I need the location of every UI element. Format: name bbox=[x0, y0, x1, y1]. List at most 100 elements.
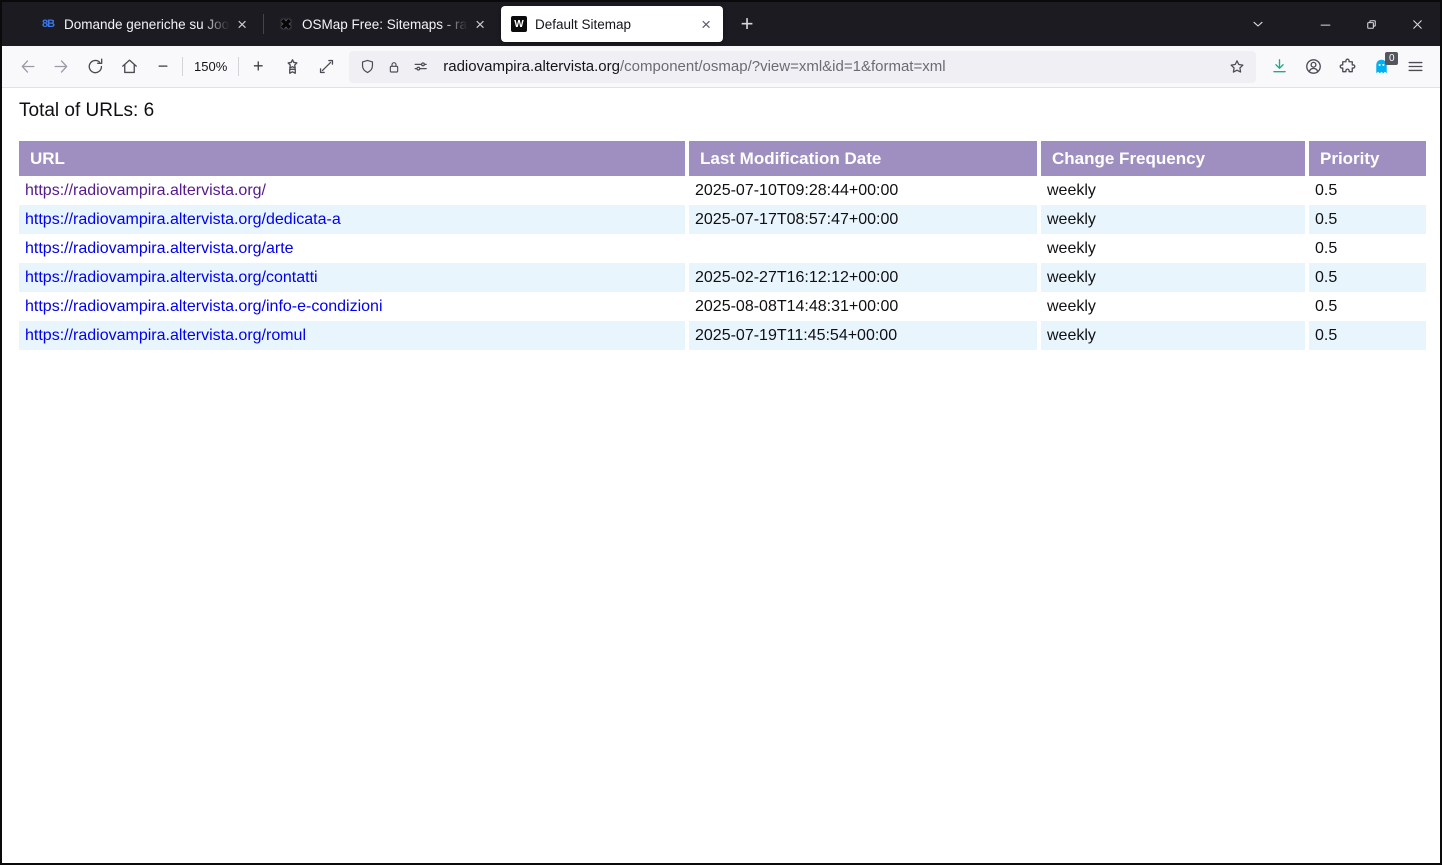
tab-title: OSMap Free: Sitemaps - ra bbox=[302, 16, 468, 32]
page-content: Total of URLs: 6 URL Last Modification D… bbox=[2, 88, 1440, 863]
lastmod-cell: 2025-07-10T09:28:44+00:00 bbox=[695, 181, 899, 199]
star-ribbon-icon bbox=[287, 59, 298, 74]
lastmod-cell bbox=[689, 234, 1037, 263]
puzzle-piece-icon bbox=[1339, 58, 1355, 73]
new-tab-button[interactable]: + bbox=[731, 8, 763, 40]
permissions-sliders-icon[interactable] bbox=[412, 58, 429, 75]
table-row: https://radiovampira.altervista.org/cont… bbox=[19, 263, 1426, 292]
priority-cell: 0.5 bbox=[1309, 321, 1426, 350]
forward-arrow-icon bbox=[53, 60, 67, 73]
close-icon bbox=[1412, 19, 1422, 29]
priority-cell: 0.5 bbox=[1315, 181, 1338, 199]
bookmark-page-button[interactable] bbox=[1228, 58, 1246, 76]
lastmod-cell: 2025-07-19T11:45:54+00:00 bbox=[689, 321, 1037, 350]
minimize-button[interactable] bbox=[1302, 2, 1348, 46]
close-tab-icon[interactable]: × bbox=[471, 15, 489, 34]
account-icon bbox=[1305, 59, 1321, 74]
account-button[interactable] bbox=[1296, 51, 1330, 83]
tab-separator bbox=[263, 14, 264, 34]
priority-cell: 0.5 bbox=[1309, 263, 1426, 292]
zoom-in-button[interactable]: + bbox=[241, 51, 275, 83]
url-text[interactable]: radiovampira.altervista.org/component/os… bbox=[443, 58, 945, 75]
minimize-icon bbox=[1320, 24, 1330, 26]
tab-title: Default Sitemap bbox=[535, 16, 632, 32]
tab-default-sitemap[interactable]: W Default Sitemap × bbox=[501, 6, 723, 42]
priority-cell: 0.5 bbox=[1315, 239, 1338, 257]
plus-icon: + bbox=[252, 56, 264, 76]
column-header-url: URL bbox=[19, 141, 685, 176]
table-row: https://radiovampira.altervista.org/romu… bbox=[19, 321, 1426, 350]
back-button[interactable] bbox=[10, 51, 44, 83]
lastmod-cell: 2025-02-27T16:12:12+00:00 bbox=[689, 263, 1037, 292]
sitemap-table: URL Last Modification Date Change Freque… bbox=[15, 141, 1430, 350]
minus-icon: − bbox=[157, 56, 169, 76]
lock-icon[interactable] bbox=[386, 59, 402, 75]
home-icon bbox=[121, 59, 137, 74]
tracking-protection-shield-icon[interactable] bbox=[359, 58, 376, 75]
star-icon bbox=[1230, 59, 1244, 73]
tab-domande-generiche[interactable]: 8B Domande generiche su Joo × bbox=[30, 6, 259, 42]
changefreq-cell: weekly bbox=[1047, 181, 1096, 199]
close-tab-icon[interactable]: × bbox=[697, 15, 715, 34]
phpbb-favicon: 8B bbox=[41, 18, 55, 30]
sitemap-url-link[interactable]: https://radiovampira.altervista.org/arte bbox=[25, 240, 294, 257]
restore-button[interactable] bbox=[1348, 2, 1394, 46]
navigation-toolbar: − 150% + radiovampira.altervista.org/com… bbox=[2, 46, 1440, 88]
forward-button[interactable] bbox=[44, 51, 78, 83]
column-header-priority: Priority bbox=[1309, 141, 1426, 176]
close-tab-icon[interactable]: × bbox=[233, 15, 251, 34]
sitemap-url-link[interactable]: https://radiovampira.altervista.org/info… bbox=[25, 298, 383, 315]
joomla-favicon: ✖ bbox=[280, 15, 292, 32]
zoom-out-button[interactable]: − bbox=[146, 51, 180, 83]
extension-badge: 0 bbox=[1385, 51, 1398, 65]
bookmark-star-ribbon-button[interactable] bbox=[275, 51, 309, 83]
total-urls-label: Total of URLs: 6 bbox=[19, 100, 155, 121]
back-arrow-icon bbox=[21, 60, 35, 73]
lastmod-cell: 2025-08-08T14:48:31+00:00 bbox=[695, 297, 899, 315]
table-row: https://radiovampira.altervista.org/dedi… bbox=[19, 205, 1426, 234]
restore-window-icon bbox=[1366, 19, 1376, 29]
close-window-button[interactable] bbox=[1394, 2, 1440, 46]
changefreq-cell: weekly bbox=[1047, 297, 1096, 315]
menu-button[interactable] bbox=[1398, 51, 1432, 83]
sitemap-url-link[interactable]: https://radiovampira.altervista.org/cont… bbox=[25, 269, 318, 286]
column-header-changefreq: Change Frequency bbox=[1041, 141, 1305, 176]
browser-window: 8B Domande generiche su Joo × ✖ OSMap Fr… bbox=[0, 0, 1442, 865]
hamburger-menu-icon bbox=[1407, 61, 1423, 72]
table-row: https://radiovampira.altervista.org/ 202… bbox=[19, 176, 1426, 205]
downloads-button[interactable] bbox=[1262, 51, 1296, 83]
table-row: https://radiovampira.altervista.org/info… bbox=[19, 292, 1426, 321]
zoom-level-indicator[interactable]: 150% bbox=[185, 59, 236, 74]
sitemap-url-link[interactable]: https://radiovampira.altervista.org/dedi… bbox=[25, 211, 341, 228]
home-button[interactable] bbox=[112, 51, 146, 83]
changefreq-cell: weekly bbox=[1047, 239, 1096, 257]
priority-cell: 0.5 bbox=[1309, 205, 1426, 234]
tab-osmap-free[interactable]: ✖ OSMap Free: Sitemaps - ra × bbox=[268, 6, 497, 42]
reload-button[interactable] bbox=[78, 51, 112, 83]
diagonal-arrows-icon bbox=[319, 59, 333, 74]
table-header-row: URL Last Modification Date Change Freque… bbox=[19, 141, 1426, 176]
download-icon bbox=[1272, 59, 1286, 73]
separator bbox=[238, 57, 240, 76]
site-favicon: W bbox=[511, 16, 527, 32]
lastmod-cell: 2025-07-17T08:57:47+00:00 bbox=[689, 205, 1037, 234]
tab-title: Domande generiche su Joo bbox=[64, 16, 230, 32]
ghostery-extension-button[interactable]: 0 bbox=[1364, 51, 1398, 83]
list-all-tabs-button[interactable] bbox=[1241, 8, 1274, 41]
changefreq-cell: weekly bbox=[1041, 321, 1305, 350]
chevron-down-icon bbox=[1252, 21, 1263, 27]
priority-cell: 0.5 bbox=[1315, 297, 1338, 315]
column-header-lastmod: Last Modification Date bbox=[689, 141, 1037, 176]
changefreq-cell: weekly bbox=[1041, 263, 1305, 292]
fullscreen-button[interactable] bbox=[309, 51, 343, 83]
sitemap-url-link[interactable]: https://radiovampira.altervista.org/romu… bbox=[25, 327, 306, 344]
url-host: radiovampira.altervista.org bbox=[443, 58, 620, 75]
changefreq-cell: weekly bbox=[1041, 205, 1305, 234]
separator bbox=[182, 57, 183, 76]
reload-icon bbox=[88, 58, 102, 74]
sitemap-url-link[interactable]: https://radiovampira.altervista.org/ bbox=[25, 182, 266, 199]
extensions-button[interactable] bbox=[1330, 51, 1364, 83]
tab-bar: 8B Domande generiche su Joo × ✖ OSMap Fr… bbox=[2, 2, 1440, 46]
address-bar[interactable]: radiovampira.altervista.org/component/os… bbox=[349, 50, 1256, 83]
table-row: https://radiovampira.altervista.org/arte… bbox=[19, 234, 1426, 263]
